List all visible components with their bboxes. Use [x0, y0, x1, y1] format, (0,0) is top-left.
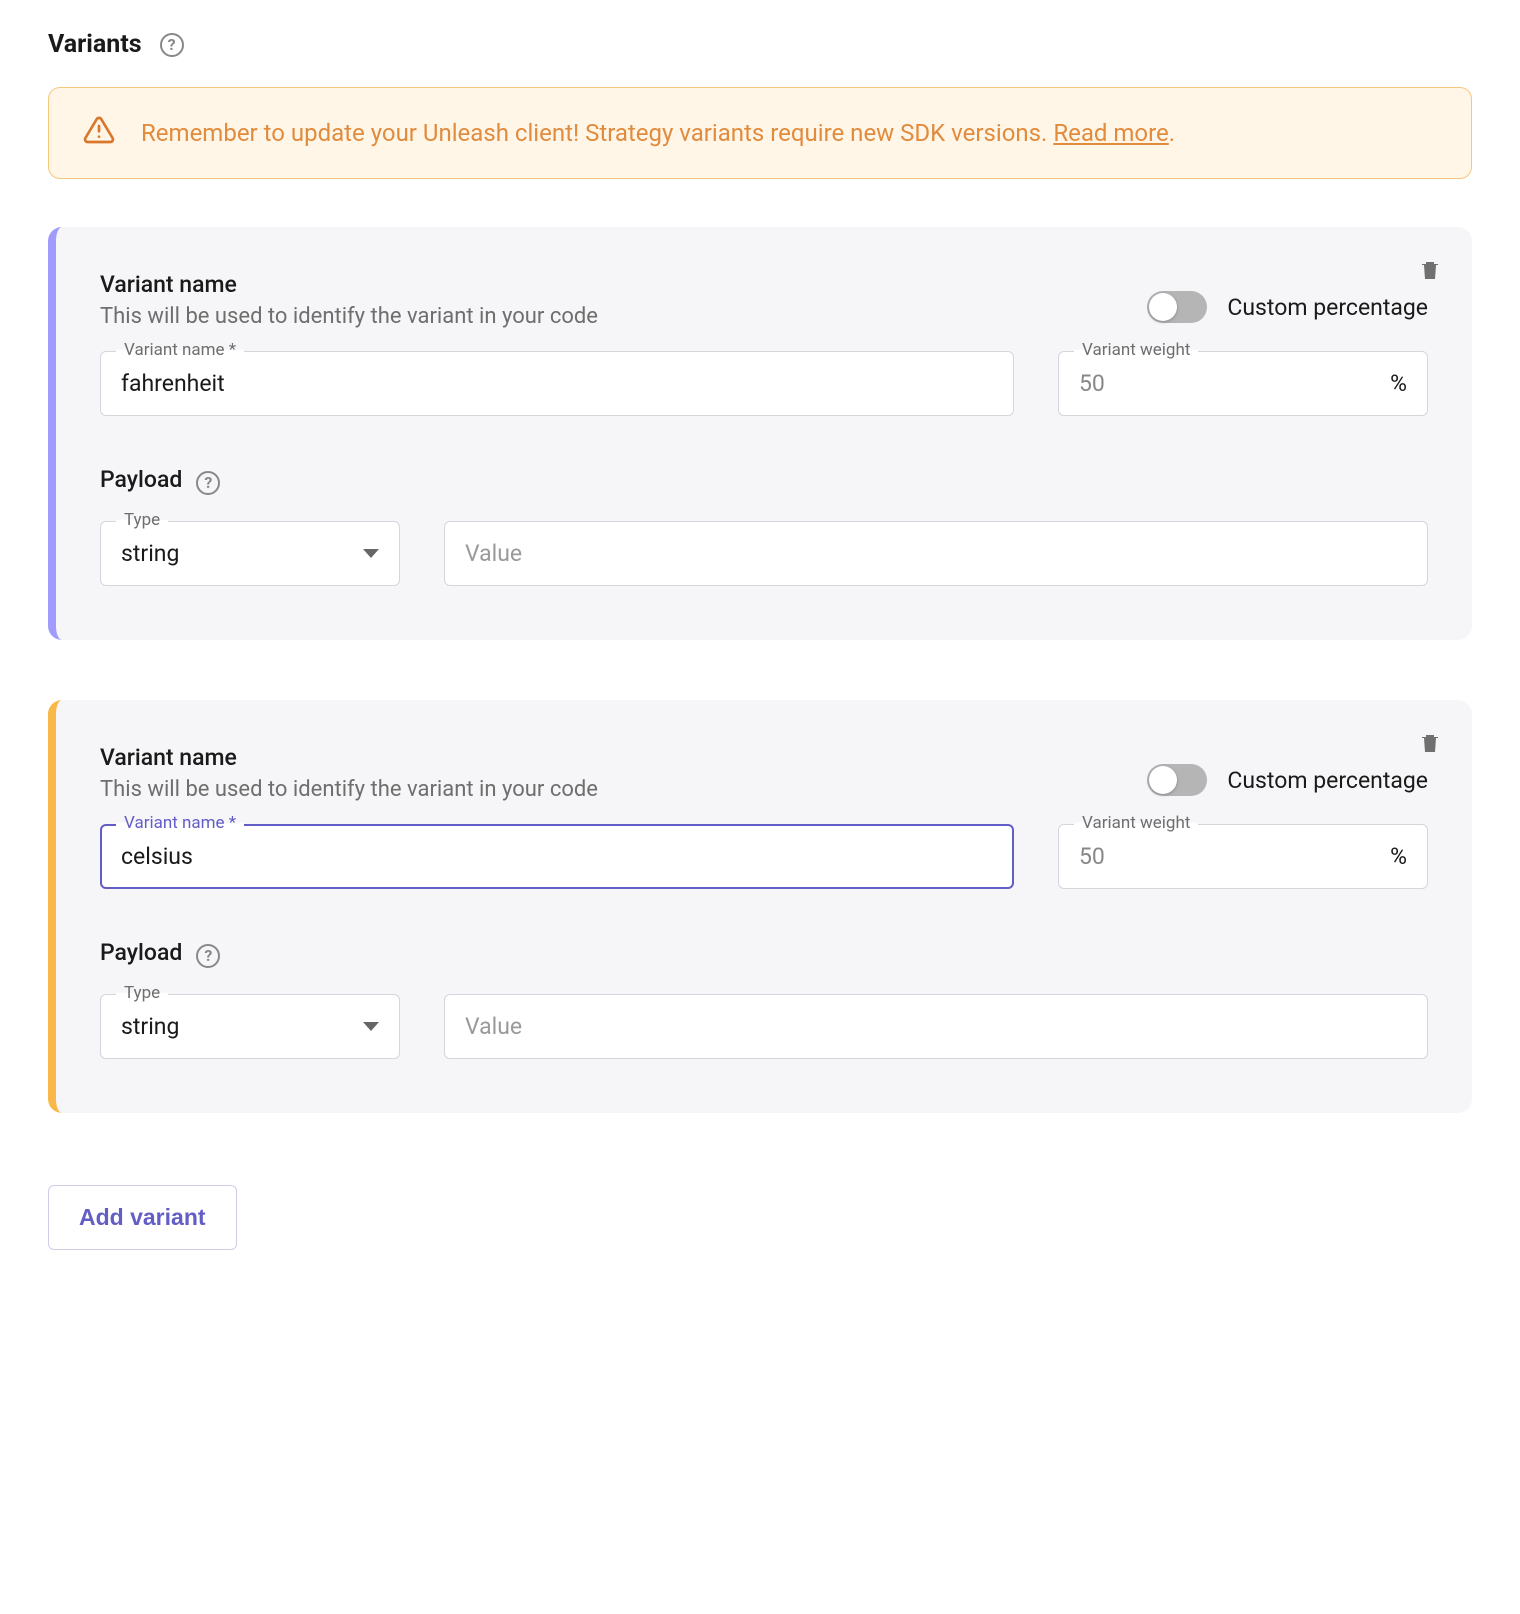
help-icon[interactable]: ?: [160, 33, 184, 57]
payload-type-field: Type string: [100, 994, 400, 1059]
custom-percentage-toggle[interactable]: [1147, 764, 1207, 796]
chevron-down-icon: [363, 549, 379, 558]
percent-symbol: %: [1390, 370, 1407, 397]
variant-name-sub: This will be used to identify the varian…: [100, 777, 598, 802]
chevron-down-icon: [363, 1022, 379, 1031]
variant-weight-field: Variant weight %: [1058, 351, 1428, 416]
variant-name-input[interactable]: [100, 351, 1014, 416]
payload-type-select[interactable]: string: [100, 994, 400, 1059]
variant-card: Variant name This will be used to identi…: [48, 700, 1472, 1113]
help-icon[interactable]: ?: [196, 471, 220, 495]
help-icon[interactable]: ?: [196, 944, 220, 968]
type-label: Type: [116, 983, 168, 1003]
alert-message: Remember to update your Unleash client! …: [141, 119, 1053, 147]
payload-value-input[interactable]: [444, 994, 1428, 1059]
variant-weight-box: %: [1058, 351, 1428, 416]
read-more-link[interactable]: Read more: [1053, 119, 1168, 147]
variant-weight-field: Variant weight %: [1058, 824, 1428, 889]
variant-name-label: Variant name *: [116, 340, 244, 360]
delete-icon[interactable]: [1418, 730, 1442, 762]
variant-name-field: Variant name *: [100, 351, 1014, 416]
custom-percentage-label: Custom percentage: [1227, 294, 1428, 321]
payload-label: Payload: [100, 466, 182, 493]
type-label: Type: [116, 510, 168, 530]
section-title: Variants: [48, 30, 142, 59]
variant-card: Variant name This will be used to identi…: [48, 227, 1472, 640]
variant-name-label: Variant name *: [116, 813, 244, 833]
variant-name-input[interactable]: [100, 824, 1014, 889]
custom-percentage-toggle[interactable]: [1147, 291, 1207, 323]
payload-type-value: string: [121, 1013, 179, 1040]
add-variant-button[interactable]: Add variant: [48, 1185, 237, 1250]
section-header: Variants ?: [48, 30, 1472, 59]
custom-percentage-block: Custom percentage: [1147, 291, 1428, 323]
variant-weight-label: Variant weight: [1074, 340, 1198, 360]
variant-weight-input[interactable]: [1079, 370, 1390, 397]
variant-weight-input[interactable]: [1079, 843, 1390, 870]
payload-type-select[interactable]: string: [100, 521, 400, 586]
variant-name-field: Variant name *: [100, 824, 1014, 889]
payload-value-field: [444, 994, 1428, 1059]
sdk-alert: Remember to update your Unleash client! …: [48, 87, 1472, 179]
custom-percentage-block: Custom percentage: [1147, 764, 1428, 796]
payload-value-field: [444, 521, 1428, 586]
variant-name-labels: Variant name This will be used to identi…: [100, 744, 598, 802]
payload-type-field: Type string: [100, 521, 400, 586]
variant-weight-box: %: [1058, 824, 1428, 889]
variant-weight-label: Variant weight: [1074, 813, 1198, 833]
variant-name-sub: This will be used to identify the varian…: [100, 304, 598, 329]
variant-name-heading: Variant name: [100, 271, 598, 298]
payload-type-value: string: [121, 540, 179, 567]
payload-value-input[interactable]: [444, 521, 1428, 586]
payload-header: Payload ?: [100, 466, 1428, 499]
custom-percentage-label: Custom percentage: [1227, 767, 1428, 794]
variant-name-labels: Variant name This will be used to identi…: [100, 271, 598, 329]
percent-symbol: %: [1390, 843, 1407, 870]
delete-icon[interactable]: [1418, 257, 1442, 289]
alert-text: Remember to update your Unleash client! …: [141, 115, 1175, 151]
warning-icon: [83, 114, 115, 152]
payload-label: Payload: [100, 939, 182, 966]
variant-name-heading: Variant name: [100, 744, 598, 771]
alert-suffix: .: [1169, 119, 1175, 147]
payload-header: Payload ?: [100, 939, 1428, 972]
